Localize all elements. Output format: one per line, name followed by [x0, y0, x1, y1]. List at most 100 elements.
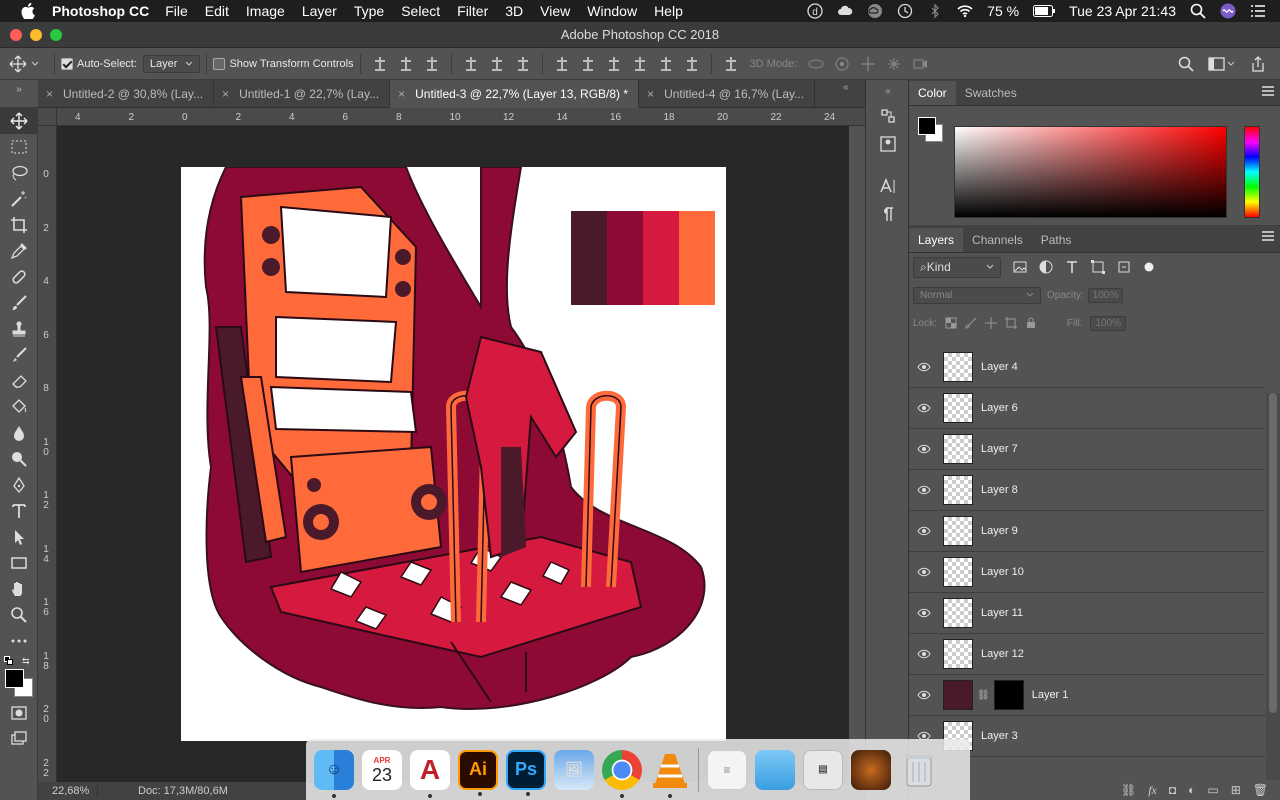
tab-untitled-4[interactable]: × Untitled-4 @ 16,7% (Lay... — [639, 80, 816, 108]
menu-layer[interactable]: Layer — [302, 3, 337, 19]
layer-row-layer-11[interactable]: Layer 11 — [909, 593, 1265, 634]
filter-toggle-icon[interactable] — [1143, 261, 1155, 273]
align-horizontal-center-icon[interactable] — [489, 56, 505, 72]
eye-icon[interactable] — [909, 608, 939, 618]
eraser-tool[interactable] — [0, 368, 38, 394]
panel-collapse-icon[interactable]: « — [843, 80, 865, 107]
opacity-input[interactable]: 100% — [1087, 287, 1124, 303]
menu-edit[interactable]: Edit — [205, 3, 229, 19]
tab-paths[interactable]: Paths — [1032, 228, 1081, 252]
color-field[interactable] — [954, 126, 1227, 218]
menu-type[interactable]: Type — [354, 3, 384, 19]
lock-transparent-pixels-icon[interactable] — [945, 317, 957, 329]
chrome-icon[interactable] — [602, 749, 642, 798]
align-vertical-center-icon[interactable] — [398, 56, 414, 72]
notification-center-icon[interactable] — [1250, 3, 1266, 19]
distribute-right-icon[interactable] — [684, 56, 700, 72]
close-tab-icon[interactable]: × — [222, 80, 229, 108]
tab-channels[interactable]: Channels — [963, 228, 1032, 252]
workspace-switcher-icon[interactable] — [1208, 56, 1236, 72]
menu-help[interactable]: Help — [654, 3, 683, 19]
document-icon[interactable]: ≡ — [707, 749, 747, 790]
document-canvas[interactable] — [181, 167, 726, 741]
clock[interactable]: Tue 23 Apr 21:43 — [1069, 3, 1176, 19]
menu-window[interactable]: Window — [587, 3, 637, 19]
history-panel-icon[interactable] — [866, 102, 910, 130]
filter-pixel-icon[interactable] — [1013, 260, 1027, 274]
eye-icon[interactable] — [909, 485, 939, 495]
tab-untitled-2[interactable]: × Untitled-2 @ 30,8% (Lay... — [38, 80, 215, 108]
photo-icon[interactable] — [851, 749, 891, 790]
lock-artboard-icon[interactable] — [1004, 317, 1017, 329]
siri-icon[interactable] — [1220, 3, 1236, 19]
app-menu[interactable]: Photoshop CC — [52, 3, 149, 19]
new-layer-icon[interactable]: ⊞ — [1231, 783, 1241, 797]
layer-mask-thumbnail[interactable] — [993, 680, 1024, 710]
layer-row-layer-8[interactable]: Layer 8 — [909, 470, 1265, 511]
tab-color[interactable]: Color — [909, 81, 956, 105]
layer-row-layer-10[interactable]: Layer 10 — [909, 552, 1265, 593]
menu-view[interactable]: View — [540, 3, 570, 19]
swap-colors-icon[interactable]: ⇆ — [22, 656, 30, 667]
3d-roll-icon[interactable] — [833, 56, 851, 72]
filter-adjustment-icon[interactable] — [1039, 260, 1053, 274]
close-tab-icon[interactable]: × — [398, 80, 405, 108]
autocad-icon[interactable]: A — [410, 749, 450, 798]
eye-icon[interactable] — [909, 649, 939, 659]
blend-mode-dropdown[interactable]: Normal — [913, 286, 1041, 304]
marquee-tool[interactable] — [0, 134, 38, 160]
trash-icon[interactable] — [899, 750, 939, 790]
layer-row-layer-9[interactable]: Layer 9 — [909, 511, 1265, 552]
close-tab-icon[interactable]: × — [46, 80, 53, 108]
distribute-top-icon[interactable] — [554, 56, 570, 72]
expand-panels-icon[interactable]: « — [866, 80, 910, 102]
distribute-horizontal-center-icon[interactable] — [658, 56, 674, 72]
time-machine-icon[interactable] — [897, 3, 913, 19]
vlc-icon[interactable] — [650, 750, 690, 798]
eyedropper-tool[interactable] — [0, 238, 38, 264]
filter-kind-dropdown[interactable]: ⌕Kind — [913, 256, 1001, 278]
eye-icon[interactable] — [909, 362, 939, 372]
brush-tool[interactable] — [0, 290, 38, 316]
tab-layers[interactable]: Layers — [909, 228, 964, 252]
character-panel-icon[interactable] — [866, 172, 910, 200]
filter-smart-object-icon[interactable] — [1117, 260, 1131, 274]
magic-wand-tool[interactable] — [0, 186, 38, 212]
crop-tool[interactable] — [0, 212, 38, 238]
eye-icon[interactable] — [909, 526, 939, 536]
photoshop-icon[interactable]: Ps — [506, 749, 546, 796]
close-window-button[interactable] — [10, 29, 22, 41]
path-selection-tool[interactable] — [0, 524, 38, 550]
lock-image-pixels-icon[interactable] — [965, 317, 977, 329]
quick-mask-button[interactable] — [0, 700, 38, 726]
lasso-tool[interactable] — [0, 160, 38, 186]
align-left-icon[interactable] — [463, 56, 479, 72]
paragraph-panel-icon[interactable] — [866, 200, 910, 228]
creative-cloud-sync-icon[interactable] — [837, 3, 853, 19]
history-brush-tool[interactable] — [0, 342, 38, 368]
eye-icon[interactable] — [909, 567, 939, 577]
auto-select-checkbox[interactable] — [61, 57, 73, 70]
distribute-bottom-icon[interactable] — [606, 56, 622, 72]
new-adjustment-layer-icon[interactable]: ◐ — [1188, 783, 1195, 797]
move-tool[interactable] — [0, 108, 38, 134]
properties-panel-icon[interactable] — [866, 130, 910, 158]
foreground-color-swatch[interactable] — [5, 669, 24, 688]
toolbar-collapse-handle[interactable]: » — [0, 80, 38, 108]
layer-row-layer-7[interactable]: Layer 7 — [909, 429, 1265, 470]
distribute-left-icon[interactable] — [632, 56, 648, 72]
3d-scale-icon[interactable] — [911, 56, 929, 72]
foreground-color-chip[interactable] — [918, 117, 936, 135]
lock-position-icon[interactable] — [984, 317, 997, 329]
lock-all-icon[interactable] — [1025, 317, 1037, 329]
hand-tool[interactable] — [0, 576, 38, 602]
status-d-icon[interactable]: d — [807, 3, 823, 19]
finder-icon[interactable]: ☺ — [314, 749, 354, 798]
wifi-icon[interactable] — [957, 3, 973, 19]
layer-row-layer-4[interactable]: Layer 4 — [909, 347, 1265, 388]
tab-swatches[interactable]: Swatches — [956, 81, 1026, 105]
creative-cloud-icon[interactable] — [867, 3, 883, 19]
menu-image[interactable]: Image — [246, 3, 285, 19]
zoom-window-button[interactable] — [50, 29, 62, 41]
new-group-icon[interactable]: ▭ — [1207, 783, 1218, 797]
